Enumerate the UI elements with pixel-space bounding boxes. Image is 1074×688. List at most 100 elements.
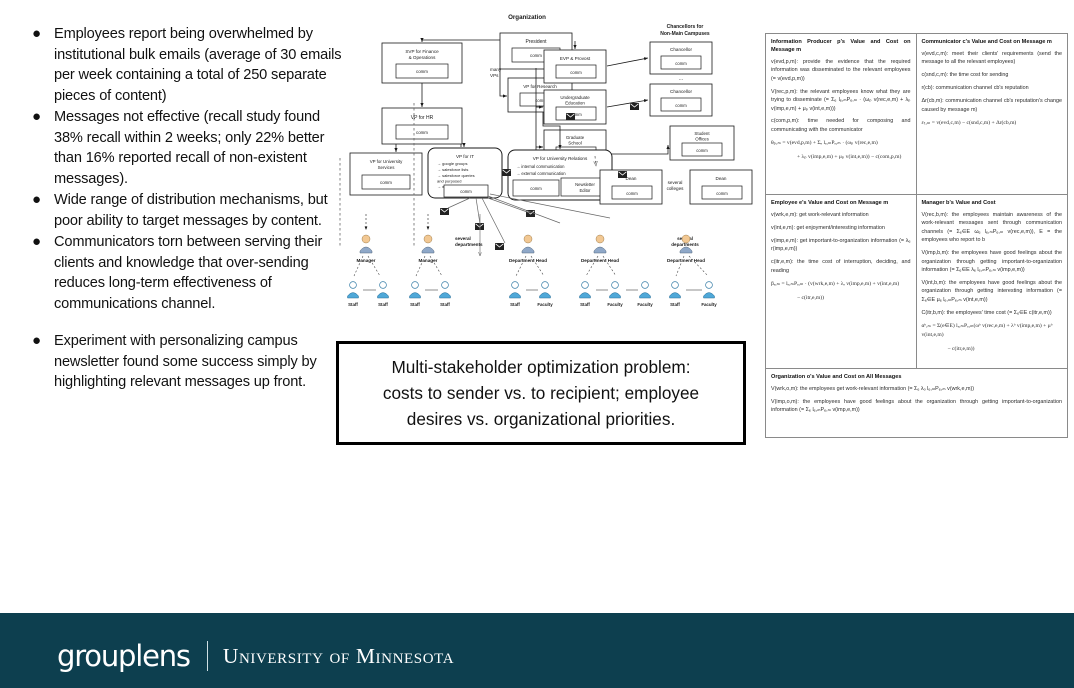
svg-text:Staff: Staff [510,302,520,307]
formula-heading: Manager b's Value and Cost [921,200,996,206]
logo-divider [206,641,208,671]
node-svp-finance: SVP for Finance & Operations comm [381,42,463,84]
formula-equation: + λₚ v(imp,e,m) + μₚ v(int,e,m)) − c(com… [797,154,902,161]
svg-text:School: School [568,141,581,146]
formula-definition: v(evd,c,m): meet their clients' requirem… [921,51,1063,66]
svg-text:Student: Student [694,131,710,136]
svg-text:→ google groups: → google groups [437,161,467,166]
svg-text:comm: comm [530,53,542,58]
node-student-offices: Student Offices comm [669,125,735,161]
organization-diagram: Organization President comm SVP for Fina… [330,8,760,328]
svg-text:comm: comm [416,69,428,74]
formula-cell-information-producer: Information Producer p's Value and Cost … [766,34,917,194]
svg-text:Department Head: Department Head [509,258,547,263]
formula-equation: − c(itr,e,m)) [797,294,825,301]
svg-text:Chancellor: Chancellor [670,47,692,52]
svg-text:Non-Main Campuses: Non-Main Campuses [660,31,710,37]
svg-text:→ internal communication: → internal communication [516,164,565,169]
svg-text:Dean: Dean [626,176,637,181]
svg-text:Offices: Offices [695,137,709,142]
bullet-marker-icon: ● [32,108,42,125]
svg-text:Education: Education [565,101,585,106]
svg-text:comm: comm [530,186,542,191]
formula-equation: − c(itr,e,m)) [947,345,975,352]
formula-definition: v(int,e,m): get enjoyment/interesting in… [771,224,885,231]
bullet-text: Wide range of distribution mechanisms, b… [54,192,328,229]
svg-text:comm: comm [716,191,728,196]
bullet-item: ● Wide range of distribution mechanisms, … [28,190,348,231]
formula-heading: Information Producer p's Value and Cost … [771,39,911,53]
node-chancellor-2: Chancellor comm [649,83,713,117]
formula-definition: V(int,b,m): the employees have good feel… [921,279,1063,303]
people-row: Manager Manager several departments Depa… [347,214,717,307]
formula-definition: c(snd,c,m): the time cost for sending [921,72,1009,79]
svg-text:SVP for Finance: SVP for Finance [405,49,439,54]
svg-text:Graduate: Graduate [566,135,585,140]
bullet-marker-icon: ● [32,233,42,250]
formula-definition: V(wrk,o,m): the employees get work-relev… [771,386,975,392]
formula-cell-organization: Organization o's Value and Cost on All M… [766,369,1067,437]
bullet-marker-icon: ● [32,25,42,42]
svg-text:several: several [455,236,471,241]
bullet-marker-icon: ● [32,191,42,208]
bullet-marker-icon: ● [32,332,42,349]
formula-definition: V(rec,p,m): the relevant employees know … [771,88,911,112]
formula-definition: c(com,p,m): time needed for composing an… [771,118,911,133]
svg-text:Faculty: Faculty [701,302,717,307]
node-dean-left: Dean comm [599,169,663,205]
svg-text:Undergraduate: Undergraduate [560,95,590,100]
node-vp-hr: VP for HR comm [381,107,463,145]
svg-text:Staff: Staff [670,302,680,307]
bullet-item: ● Employees report being overwhelmed by i… [28,24,348,106]
bullet-text: Communicators torn between serving their… [54,234,323,312]
university-wordmark: University of Minnesota [222,643,455,668]
grouplens-wordmark: grouplens [57,639,191,673]
svg-text:Staff: Staff [580,302,590,307]
svg-text:colleges: colleges [667,186,685,191]
formula-row: Information Producer p's Value and Cost … [766,34,1067,195]
svg-text:Department Head: Department Head [667,258,705,263]
bullet-list: ● Employees report being overwhelmed by i… [28,24,348,394]
svg-text:comm: comm [626,191,638,196]
formula-panel: Information Producer p's Value and Cost … [765,33,1068,438]
formula-heading: Communicator c's Value and Cost on Messa… [921,39,1052,45]
bullet-text: Experiment with personalizing campus new… [54,333,317,390]
svg-text:comm: comm [380,180,392,185]
formula-heading: Organization o's Value and Cost on All M… [771,374,902,380]
bullet-item: ● Communicators torn between serving thei… [28,232,348,314]
formula-definition: c(itr,e,m): the time cost of interruptio… [771,259,911,274]
grouplens-logo: grouplens University of Minnesota [57,639,454,673]
formula-row: Employee e's Value and Cost on Message m… [766,195,1067,369]
svg-text:VP for Research: VP for Research [523,84,557,89]
svg-text:Chancellor: Chancellor [670,89,692,94]
svg-text:Department Head: Department Head [581,258,619,263]
formula-definition: V(rec,b,m): the employees maintain aware… [921,212,1063,244]
svg-text:Editor: Editor [580,188,592,193]
svg-text:departments: departments [455,242,483,247]
callout-line-1: Multi-stakeholder optimization problem: [391,357,691,377]
node-chancellor-1: Chancellor comm [649,41,713,75]
svg-text:Manager: Manager [357,258,376,263]
svg-text:and purposed: and purposed [437,179,461,184]
svg-text:VP for University: VP for University [370,159,403,164]
bullet-item: ● Experiment with personalizing campus ne… [28,331,348,393]
svg-text:Manager: Manager [419,258,438,263]
formula-cell-manager: Manager b's Value and Cost V(rec,b,m): th… [917,195,1068,368]
formula-definition: r(cb): communication channel cb's reputa… [921,85,1029,92]
node-vp-it: VP for IT → google groups → salesforce l… [427,147,503,199]
formula-cell-employee: Employee e's Value and Cost on Message m… [766,195,917,368]
bullet-text: Messages not effective (recall study fou… [54,109,325,187]
svg-text:Staff: Staff [348,302,358,307]
formula-definition: C(itr,b,m): the employees' time cost (= … [921,309,1052,316]
svg-text:& Operations: & Operations [409,55,437,60]
node-vp-university-services: VP for University Services comm [349,152,423,196]
formula-equation: βₑ,ₘ = lₑ,ₘPₑ,ₘ · (v(wrk,e,m) + λₑ v(imp… [771,280,900,287]
svg-text:Newsletter: Newsletter [575,182,595,187]
node-dean-right: Dean comm [689,169,753,205]
svg-text:Staff: Staff [378,302,388,307]
callout-line-2: costs to sender vs. to recipient; employ… [382,383,700,403]
svg-text:President: President [525,39,547,45]
svg-text:comm: comm [675,61,687,66]
svg-text:Staff: Staff [440,302,450,307]
formula-equation: εₜ,ₘ = v(evd,c,m) − c(snd,c,m) + Δr(cb,m… [921,119,1017,126]
